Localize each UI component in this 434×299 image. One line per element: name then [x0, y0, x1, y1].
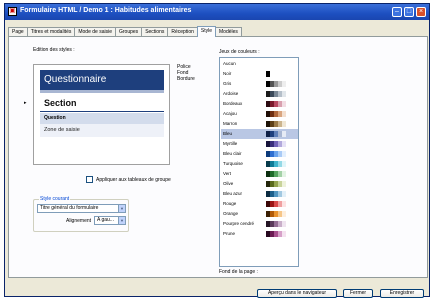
- current-row-arrow-icon: ▸: [24, 100, 27, 106]
- color-scheme-name: Ardoise: [223, 91, 239, 96]
- color-swatch: [282, 151, 286, 157]
- color-swatch: [282, 121, 286, 127]
- color-scheme-name: Bleu azur: [223, 191, 243, 196]
- color-swatch: [282, 191, 286, 197]
- color-scheme-item[interactable]: Olive: [221, 179, 298, 189]
- color-scheme-item[interactable]: Bordeaux: [221, 99, 298, 109]
- title-bar[interactable]: ▣ Formulaire HTML / Demo 1 : Habitudes a…: [5, 4, 429, 20]
- preview-in-browser-button[interactable]: Aperçu dans le navigateur: [257, 289, 337, 298]
- color-scheme-name: Noir: [223, 71, 232, 76]
- color-swatch: [282, 91, 286, 97]
- chevron-down-icon[interactable]: ▼: [118, 205, 125, 212]
- style-element-value: Titre général du formulaire: [40, 205, 99, 211]
- app-icon: ▣: [8, 7, 17, 16]
- color-scheme-item[interactable]: Noir: [221, 69, 298, 79]
- color-swatch: [282, 111, 286, 117]
- page-background-label: Fond de la page :: [219, 269, 258, 275]
- color-scheme-name: Myrtille: [223, 141, 238, 146]
- color-scheme-name: Olive: [223, 181, 234, 186]
- color-scheme-item[interactable]: Ardoise: [221, 89, 298, 99]
- color-scheme-name: Gris: [223, 81, 232, 86]
- apply-group-tables-label: Appliquer aux tableaux de groupe: [96, 176, 171, 183]
- apply-group-tables-checkbox[interactable]: [86, 176, 93, 183]
- preview-question[interactable]: Question: [40, 113, 164, 124]
- color-scheme-item[interactable]: Bleu clair: [221, 149, 298, 159]
- color-scheme-name: Orange: [223, 211, 239, 216]
- color-scheme-item[interactable]: Myrtille: [221, 139, 298, 149]
- color-scheme-name: Turquoise: [223, 161, 243, 166]
- color-scheme-item[interactable]: Aucun: [221, 59, 298, 69]
- color-scheme-item[interactable]: Marron: [221, 119, 298, 129]
- color-scheme-name: Prune: [223, 231, 236, 236]
- alignment-select[interactable]: A gau... ▼: [94, 216, 126, 225]
- color-swatch: [282, 221, 286, 227]
- color-scheme-item[interactable]: Rouge: [221, 199, 298, 209]
- color-scheme-item[interactable]: Acajou: [221, 109, 298, 119]
- legend-border: Bordure: [177, 76, 195, 82]
- preview-questionnaire[interactable]: Questionnaire: [40, 70, 164, 90]
- alignment-value: A gau...: [97, 217, 114, 223]
- save-button[interactable]: Enregistrer: [380, 289, 424, 298]
- color-scheme-item[interactable]: Pourpre cendré: [221, 219, 298, 229]
- color-scheme-item[interactable]: Prune: [221, 229, 298, 239]
- color-swatch: [282, 211, 286, 217]
- color-swatch: [282, 161, 286, 167]
- color-scheme-name: Bleu: [223, 131, 233, 136]
- color-swatch: [282, 141, 286, 147]
- color-scheme-item[interactable]: Turquoise: [221, 159, 298, 169]
- color-scheme-item[interactable]: Orange: [221, 209, 298, 219]
- palette-heading: Jeux de couleurs :: [219, 49, 260, 55]
- color-scheme-name: Bleu clair: [223, 151, 242, 156]
- color-scheme-item[interactable]: Gris: [221, 79, 298, 89]
- preview-section[interactable]: Section: [44, 98, 77, 108]
- color-swatch: [282, 81, 286, 87]
- styles-heading: Edition des styles :: [33, 47, 75, 53]
- apply-group-tables-option[interactable]: Appliquer aux tableaux de groupe: [86, 176, 171, 183]
- color-scheme-item[interactable]: Vert: [221, 169, 298, 179]
- color-scheme-name: Aucun: [223, 61, 236, 66]
- maximize-button[interactable]: □: [404, 7, 414, 17]
- preview-section-rule: [40, 111, 164, 112]
- color-scheme-name: Pourpre cendré: [223, 221, 255, 226]
- color-swatch: [282, 201, 286, 207]
- color-swatch: [282, 181, 286, 187]
- preview-input-zone[interactable]: Zone de saisie: [40, 124, 164, 137]
- color-scheme-list[interactable]: Aucun Noir Gris Ardoise Bordeaux Acajou Marron…: [219, 57, 299, 267]
- color-swatch: [266, 71, 270, 77]
- alignment-label: Alignement: [66, 218, 92, 224]
- preview-title-underline: [40, 90, 164, 93]
- close-button[interactable]: Fermer: [343, 289, 373, 298]
- style-panel: Edition des styles : ▸ Questionnaire Sec…: [8, 36, 428, 278]
- window-title: Formulaire HTML / Demo 1 : Habitudes ali…: [20, 7, 192, 14]
- style-element-select[interactable]: Titre général du formulaire ▼: [37, 204, 126, 213]
- color-swatch: [282, 101, 286, 107]
- close-window-button[interactable]: ×: [416, 7, 426, 17]
- color-scheme-name: Rouge: [223, 201, 237, 206]
- color-swatch: [282, 171, 286, 177]
- color-scheme-item[interactable]: Bleu azur: [221, 189, 298, 199]
- minimize-button[interactable]: –: [392, 7, 402, 17]
- tab-style[interactable]: Style: [196, 26, 217, 37]
- color-scheme-name: Acajou: [223, 111, 237, 116]
- color-scheme-name: Marron: [223, 121, 238, 126]
- chevron-down-icon[interactable]: ▼: [118, 217, 125, 224]
- color-scheme-name: Bordeaux: [223, 101, 243, 106]
- current-style-legend: Style courant: [39, 196, 71, 202]
- dialog-window: ▣ Formulaire HTML / Demo 1 : Habitudes a…: [4, 3, 430, 298]
- color-swatch: [282, 231, 286, 237]
- style-preview: Questionnaire Section Question Zone de s…: [33, 64, 170, 165]
- color-scheme-name: Vert: [223, 171, 232, 176]
- color-swatch: [282, 131, 286, 137]
- current-style-group: Style courant Titre général du formulair…: [33, 196, 129, 232]
- color-scheme-item[interactable]: Bleu: [221, 129, 298, 139]
